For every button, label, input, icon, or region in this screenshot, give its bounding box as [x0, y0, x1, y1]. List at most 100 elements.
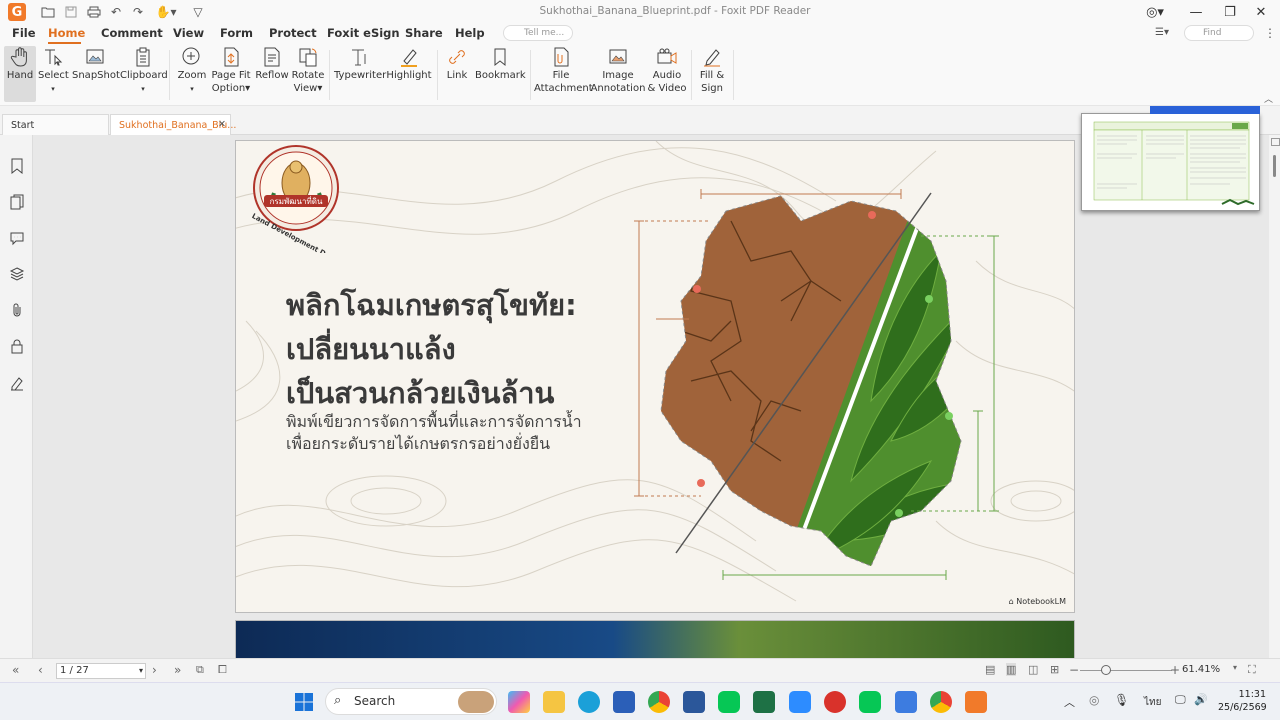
edge-browser-icon[interactable]	[578, 691, 600, 713]
link-button[interactable]: Link	[442, 46, 472, 82]
input-language[interactable]: ไทย	[1144, 695, 1161, 710]
account-icon[interactable]: ◎▾	[1140, 2, 1170, 22]
microphone-icon[interactable]: 🎙	[1114, 693, 1129, 707]
single-page-view-icon[interactable]: ▤	[985, 663, 995, 676]
show-hidden-icons-chevron-icon[interactable]: ︿	[1064, 694, 1075, 710]
zoom-app-icon[interactable]	[789, 691, 811, 713]
maximize-button[interactable]: ❐	[1216, 2, 1244, 22]
zoom-slider-track[interactable]	[1080, 670, 1172, 671]
audio-video-icon	[657, 48, 677, 64]
last-page-button[interactable]: »	[174, 663, 181, 677]
previous-page-button[interactable]: ‹	[38, 663, 43, 677]
page-fit-option-button[interactable]: Page Fit Option▾	[210, 46, 252, 95]
menu-bar: File Home Comment View Form Protect Foxi…	[0, 24, 1280, 44]
minimize-button[interactable]: —	[1182, 2, 1210, 22]
menu-home[interactable]: Home	[48, 26, 85, 40]
bookmark-panel-icon[interactable]	[9, 158, 25, 174]
menu-comment[interactable]: Comment	[101, 26, 163, 40]
zoom-button[interactable]: Zoom ▾	[175, 46, 209, 96]
scroll-page-icon[interactable]	[1271, 138, 1280, 146]
menu-foxit-esign[interactable]: Foxit eSign	[327, 26, 400, 40]
next-page-button[interactable]: ›	[152, 663, 157, 677]
volume-icon[interactable]: 🔊	[1194, 693, 1208, 706]
zoom-out-button[interactable]: −	[1069, 663, 1079, 677]
facing-view-icon[interactable]: ◫	[1028, 663, 1038, 676]
first-page-button[interactable]: «	[12, 663, 19, 677]
typewriter-button[interactable]: Typewriter	[334, 46, 386, 82]
attachments-panel-icon[interactable]	[9, 302, 25, 318]
fill-sign-button[interactable]: Fill & Sign	[695, 46, 729, 95]
layers-panel-icon[interactable]	[9, 266, 25, 282]
snapshot-button[interactable]: SnapShot	[72, 46, 120, 82]
close-tab-icon[interactable]: ✕	[218, 119, 226, 130]
pdf-page-1: กรมพัฒนาที่ดิน Land Development Departme…	[235, 140, 1075, 613]
reflow-button[interactable]: Reflow	[255, 46, 289, 82]
close-button[interactable]: ✕	[1247, 2, 1275, 22]
pdf-app-icon[interactable]	[824, 691, 846, 713]
file-attachment-button[interactable]: File Attachment	[534, 46, 593, 95]
line-icon[interactable]	[718, 691, 740, 713]
menu-file[interactable]: File	[12, 26, 36, 40]
bookmark-button[interactable]: Bookmark	[475, 46, 526, 82]
copy-pages-icon[interactable]: ⧉	[196, 663, 204, 677]
document-view[interactable]: กรมพัฒนาที่ดิน Land Development Departme…	[33, 135, 1269, 658]
fullscreen-icon[interactable]: ⛶	[1248, 663, 1256, 677]
comments-panel-icon[interactable]	[9, 230, 25, 246]
rotate-view-button[interactable]: Rotate View▾	[291, 46, 325, 95]
network-icon[interactable]: 🖵	[1175, 693, 1186, 707]
tab-document[interactable]: Sukhothai_Banana_Blu... ✕	[110, 114, 236, 135]
pdf-page-2-preview	[235, 620, 1075, 658]
location-icon[interactable]: ◎	[1089, 693, 1099, 707]
word-icon[interactable]	[683, 691, 705, 713]
image-annotation-button[interactable]: Image Annotation	[590, 46, 646, 95]
link-icon	[449, 50, 465, 64]
rotate-label: Rotate	[291, 70, 325, 81]
zoom-level[interactable]: 61.41%	[1182, 664, 1220, 675]
zoom-slider-knob[interactable]	[1101, 665, 1111, 675]
line-icon-2[interactable]	[859, 691, 881, 713]
highlight-button[interactable]: Highlight	[386, 46, 432, 82]
excel-icon[interactable]	[753, 691, 775, 713]
search-highlight-image[interactable]	[458, 691, 494, 713]
foxit-taskbar-icon[interactable]	[965, 691, 987, 713]
typewriter-icon	[352, 49, 366, 66]
menu-form[interactable]: Form	[220, 26, 253, 40]
page-thumbnail-preview[interactable]	[1081, 106, 1260, 211]
vertical-scrollbar[interactable]	[1269, 135, 1280, 658]
clipboard-button[interactable]: Clipboard ▾	[120, 46, 168, 96]
find-input[interactable]: Find	[1184, 25, 1254, 41]
copilot-icon[interactable]	[508, 691, 530, 713]
continuous-view-icon[interactable]: ▥	[1006, 663, 1017, 676]
page-layout-icon[interactable]: ⧠	[218, 663, 227, 677]
microsoft-store-icon[interactable]	[613, 691, 635, 713]
tell-me-search[interactable]: Tell me...	[503, 25, 573, 41]
file-attachment-label-2: Attachment	[534, 83, 593, 94]
menu-protect[interactable]: Protect	[269, 26, 317, 40]
more-options-icon[interactable]: ⋮	[1264, 26, 1276, 40]
audio-video-button[interactable]: Audio & Video	[647, 46, 687, 95]
scrollbar-thumb[interactable]	[1273, 155, 1276, 177]
collapse-ribbon-icon[interactable]: ︿	[1264, 92, 1273, 105]
menu-help[interactable]: Help	[455, 26, 485, 40]
security-lock-icon[interactable]	[9, 338, 25, 354]
menu-share[interactable]: Share	[405, 26, 443, 40]
tab-start[interactable]: Start	[2, 114, 109, 135]
pages-panel-icon[interactable]	[9, 194, 25, 210]
select-tool-button[interactable]: Select ▾	[38, 46, 69, 96]
system-clock[interactable]: 11:31 25/6/2569	[1218, 688, 1267, 714]
zoom-in-button[interactable]: +	[1170, 663, 1180, 677]
ribbon-display-options-icon[interactable]: ☰▾	[1155, 27, 1169, 38]
windows-start-icon[interactable]	[293, 691, 315, 713]
continuous-facing-view-icon[interactable]: ⊞	[1050, 663, 1059, 676]
page-number-input[interactable]: 1 / 27 ▾	[56, 663, 146, 679]
fill-sign-label: Fill &	[699, 70, 725, 81]
chrome-icon-2[interactable]	[930, 691, 952, 713]
file-explorer-icon[interactable]	[543, 691, 565, 713]
menu-view[interactable]: View	[173, 26, 204, 40]
zoom-dropdown-icon[interactable]: ▾	[1233, 663, 1237, 672]
signature-panel-icon[interactable]	[9, 375, 25, 391]
chrome-icon[interactable]	[648, 691, 670, 713]
hand-tool-button[interactable]: Hand	[5, 46, 35, 82]
hand-icon	[10, 47, 27, 67]
paint-icon[interactable]	[895, 691, 917, 713]
